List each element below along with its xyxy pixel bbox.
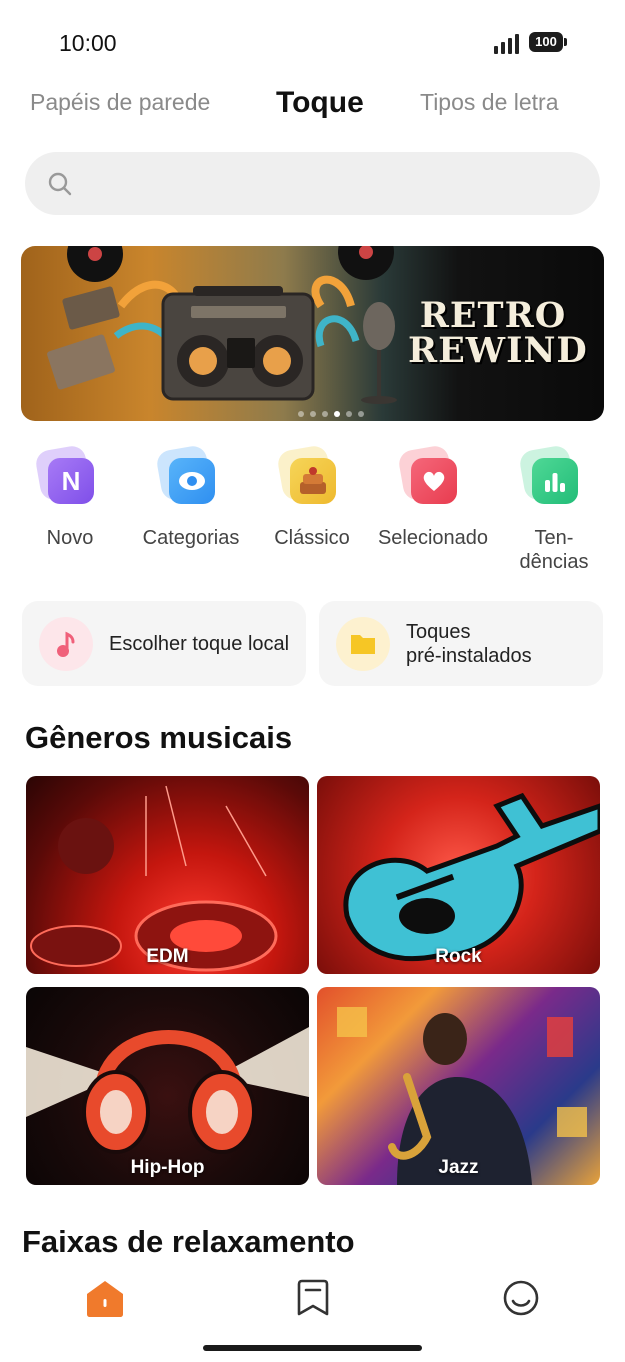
new-icon: N <box>34 444 98 508</box>
card-label: Toques pré-instalados <box>406 620 532 668</box>
relax-section-title: Faixas de relaxamento <box>22 1224 355 1259</box>
rock-artwork <box>343 792 600 962</box>
card-label-line2: pré-instalados <box>406 645 532 667</box>
top-tabs: Papéis de parede Toque Tipos de letra <box>0 80 625 125</box>
quick-label: Selecionado <box>377 527 489 549</box>
tab-fonts[interactable]: Tipos de letra <box>420 80 559 125</box>
page-dot <box>346 411 352 417</box>
chart-icon <box>518 444 582 508</box>
status-bar: 10:00 100 <box>0 0 625 80</box>
choose-local-ringtone-card[interactable]: Escolher toque local <box>22 601 306 686</box>
promo-banner[interactable]: RETRO REWIND <box>21 246 604 421</box>
banner-title-line1: RETRO <box>419 295 567 336</box>
battery-icon: 100 <box>529 32 567 52</box>
banner-title-line2: REWIND <box>408 330 588 371</box>
jazz-artwork <box>337 1007 587 1185</box>
heart-icon <box>397 444 461 508</box>
nav-profile[interactable] <box>499 1276 543 1320</box>
quick-label-line1: Ten- <box>534 527 574 549</box>
tab-wallpapers[interactable]: Papéis de parede <box>30 80 210 125</box>
page-dot <box>310 411 316 417</box>
card-label-line1: Toques <box>406 621 471 643</box>
home-indicator[interactable] <box>203 1345 422 1351</box>
music-note-icon <box>39 617 93 671</box>
bookmark-icon <box>297 1279 329 1316</box>
quick-label: Novo <box>46 527 94 549</box>
quick-selected[interactable]: Selecionado <box>373 444 493 550</box>
nav-home[interactable] <box>83 1276 127 1320</box>
quick-categories[interactable]: Categorias <box>131 444 251 550</box>
cake-icon <box>276 444 340 508</box>
search-bar[interactable] <box>25 152 600 217</box>
page-dot-active <box>334 411 340 417</box>
banner-page-indicator <box>298 404 370 421</box>
eye-icon <box>155 444 219 508</box>
hiphop-artwork <box>26 1027 309 1154</box>
quick-label: Clássico <box>274 527 350 549</box>
nav-saved[interactable] <box>291 1276 335 1320</box>
quick-new[interactable]: N Novo <box>10 444 130 550</box>
folder-icon <box>336 617 390 671</box>
genre-card-rock[interactable]: Rock <box>317 776 600 974</box>
genre-label: Rock <box>435 946 482 967</box>
page-dot <box>298 411 304 417</box>
quick-label: Categorias <box>142 527 240 549</box>
genre-card-edm[interactable]: EDM <box>26 776 309 974</box>
genre-label: Jazz <box>438 1157 479 1178</box>
genres-section-title: Gêneros musicais <box>25 720 293 755</box>
quick-trending[interactable]: Ten- dências <box>494 444 614 574</box>
genre-label: EDM <box>146 946 189 967</box>
quick-classic[interactable]: Clássico <box>252 444 372 550</box>
page-dot <box>358 411 364 417</box>
quick-label-line2: dências <box>519 551 589 573</box>
genre-card-hiphop[interactable]: Hip-Hop <box>26 987 309 1185</box>
preinstalled-ringtones-card[interactable]: Toques pré-instalados <box>319 601 603 686</box>
page-dot <box>322 411 328 417</box>
profile-icon <box>503 1280 539 1316</box>
status-time: 10:00 <box>59 30 117 56</box>
tab-ringtone[interactable]: Toque <box>276 80 364 125</box>
search-input[interactable] <box>90 152 574 217</box>
bottom-nav <box>0 1268 625 1328</box>
genre-card-jazz[interactable]: Jazz <box>317 987 600 1185</box>
signal-icon <box>494 32 522 54</box>
quick-label: Ten- dências <box>494 526 614 574</box>
genre-label: Hip-Hop <box>130 1157 205 1178</box>
home-icon <box>87 1281 123 1317</box>
banner-title: RETRO REWIND <box>408 295 588 371</box>
search-icon <box>48 172 72 196</box>
edm-artwork <box>30 785 278 972</box>
card-label: Escolher toque local <box>109 633 290 655</box>
